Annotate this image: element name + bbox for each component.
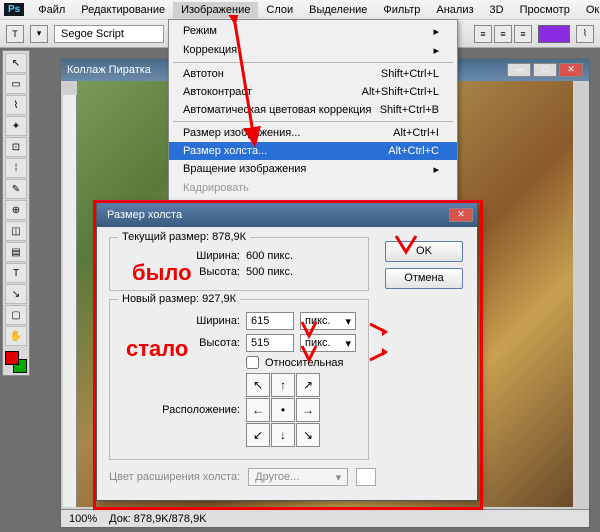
anchor-ne[interactable]: ↗: [296, 373, 320, 397]
brush-tool-icon[interactable]: ✎: [5, 179, 27, 199]
menu-adjustments[interactable]: Коррекция: [169, 41, 457, 60]
text-color-swatch[interactable]: [538, 25, 570, 43]
extension-color-label: Цвет расширения холста:: [109, 471, 240, 483]
menu-filter[interactable]: Фильтр: [375, 2, 428, 18]
canvas-size-dialog: Размер холста ✕ Текущий размер: 878,9К Ш…: [96, 202, 478, 501]
path-tool-icon[interactable]: ↘: [5, 284, 27, 304]
maximize-icon[interactable]: □: [533, 63, 557, 77]
dialog-title: Размер холста: [107, 209, 182, 221]
dialog-close-icon[interactable]: ✕: [449, 208, 473, 222]
minimize-icon[interactable]: —: [507, 63, 531, 77]
doc-title: Коллаж Пиратка: [67, 64, 151, 76]
move-tool-icon[interactable]: ↖: [5, 53, 27, 73]
menu-analysis[interactable]: Анализ: [428, 2, 481, 18]
app-logo: Ps: [4, 3, 24, 16]
menubar: Ps Файл Редактирование Изображение Слои …: [0, 0, 600, 20]
align-right-icon[interactable]: ≡: [514, 25, 532, 43]
menu-edit[interactable]: Редактирование: [73, 2, 173, 18]
width-unit-select[interactable]: пикс.▾: [300, 312, 356, 330]
ok-button[interactable]: OK: [385, 241, 463, 262]
anchor-s[interactable]: ↓: [271, 423, 295, 447]
extension-color-select[interactable]: Другое...▾: [248, 468, 348, 486]
menu-autocontrast[interactable]: АвтоконтрастAlt+Shift+Ctrl+L: [169, 83, 457, 101]
cur-height-value: 500 пикс.: [246, 266, 293, 278]
eyedropper-tool-icon[interactable]: ⁞: [5, 158, 27, 178]
crop-tool-icon[interactable]: ⊡: [5, 137, 27, 157]
menu-view[interactable]: Просмотр: [512, 2, 578, 18]
font-family-select[interactable]: Segoe Script: [54, 25, 164, 43]
anchor-grid[interactable]: ↖↑↗ ←•→ ↙↓↘: [246, 373, 320, 447]
align-center-icon[interactable]: ≡: [494, 25, 512, 43]
anchor-n[interactable]: ↑: [271, 373, 295, 397]
close-icon[interactable]: ✕: [559, 63, 583, 77]
anchor-sw[interactable]: ↙: [246, 423, 270, 447]
image-menu-dropdown: Режим Коррекция АвтотонShift+Ctrl+L Авто…: [168, 19, 458, 218]
chevron-down-icon: ▾: [345, 315, 351, 328]
anchor-label: Расположение:: [120, 404, 240, 416]
stamp-tool-icon[interactable]: ⊕: [5, 200, 27, 220]
new-size-section: Новый размер: 927,9К Ширина: пикс.▾ Высо…: [109, 299, 369, 460]
wand-tool-icon[interactable]: ✦: [5, 116, 27, 136]
new-width-input[interactable]: [246, 312, 294, 330]
relative-checkbox[interactable]: [246, 356, 259, 369]
anchor-e[interactable]: →: [296, 398, 320, 422]
relative-label: Относительная: [265, 357, 343, 369]
chevron-down-icon: ▾: [336, 471, 342, 484]
warp-icon[interactable]: ⌇: [576, 25, 594, 43]
text-tool-icon[interactable]: T: [5, 263, 27, 283]
new-height-label: Высота:: [120, 337, 240, 349]
menu-layers[interactable]: Слои: [258, 2, 301, 18]
height-unit-select[interactable]: пикс.▾: [300, 334, 356, 352]
menu-image[interactable]: Изображение: [173, 2, 258, 18]
cur-width-label: Ширина:: [120, 250, 240, 262]
menu-image-size[interactable]: Размер изображения...Alt+Ctrl+I: [169, 124, 457, 142]
preset-dropdown-icon[interactable]: ▾: [30, 25, 48, 43]
eraser-tool-icon[interactable]: ◫: [5, 221, 27, 241]
lasso-tool-icon[interactable]: ⌇: [5, 95, 27, 115]
cancel-button[interactable]: Отмена: [385, 268, 463, 289]
cur-height-label: Высота:: [120, 266, 240, 278]
toolbox: ↖ ▭ ⌇ ✦ ⊡ ⁞ ✎ ⊕ ◫ ▤ T ↘ ▢ ✋: [2, 50, 30, 376]
fg-bg-colors[interactable]: [5, 351, 27, 373]
menu-canvas-size[interactable]: Размер холста...Alt+Ctrl+C: [169, 142, 457, 160]
dialog-titlebar[interactable]: Размер холста ✕: [97, 203, 477, 227]
gradient-tool-icon[interactable]: ▤: [5, 242, 27, 262]
new-height-input[interactable]: [246, 334, 294, 352]
menu-autocolor[interactable]: Автоматическая цветовая коррекцияShift+C…: [169, 101, 457, 119]
menu-rotate[interactable]: Вращение изображения: [169, 160, 457, 179]
menu-separator: [173, 121, 453, 122]
menu-crop: Кадрировать: [169, 179, 457, 197]
cur-width-value: 600 пикс.: [246, 250, 293, 262]
marquee-tool-icon[interactable]: ▭: [5, 74, 27, 94]
ruler-vertical: [63, 95, 77, 507]
statusbar: 100% Док: 878,9K/878,9K: [61, 509, 589, 527]
current-size-section: Текущий размер: 878,9К Ширина:600 пикс. …: [109, 237, 369, 291]
menu-separator: [173, 62, 453, 63]
status-zoom: 100%: [69, 513, 97, 525]
chevron-down-icon: ▾: [345, 337, 351, 350]
menu-file[interactable]: Файл: [30, 2, 73, 18]
new-width-label: Ширина:: [120, 315, 240, 327]
menu-mode[interactable]: Режим: [169, 22, 457, 41]
anchor-c[interactable]: •: [271, 398, 295, 422]
menu-autotone[interactable]: АвтотонShift+Ctrl+L: [169, 65, 457, 83]
extension-color-swatch[interactable]: [356, 468, 376, 486]
anchor-se[interactable]: ↘: [296, 423, 320, 447]
anchor-w[interactable]: ←: [246, 398, 270, 422]
hand-tool-icon[interactable]: ✋: [5, 326, 27, 346]
align-left-icon[interactable]: ≡: [474, 25, 492, 43]
menu-3d[interactable]: 3D: [482, 2, 512, 18]
status-doc: Док: 878,9K/878,9K: [109, 513, 206, 525]
anchor-nw[interactable]: ↖: [246, 373, 270, 397]
tool-preset-icon[interactable]: T: [6, 25, 24, 43]
menu-window[interactable]: Окно: [578, 2, 600, 18]
align-group: ≡ ≡ ≡: [474, 25, 532, 43]
menu-select[interactable]: Выделение: [301, 2, 375, 18]
shape-tool-icon[interactable]: ▢: [5, 305, 27, 325]
